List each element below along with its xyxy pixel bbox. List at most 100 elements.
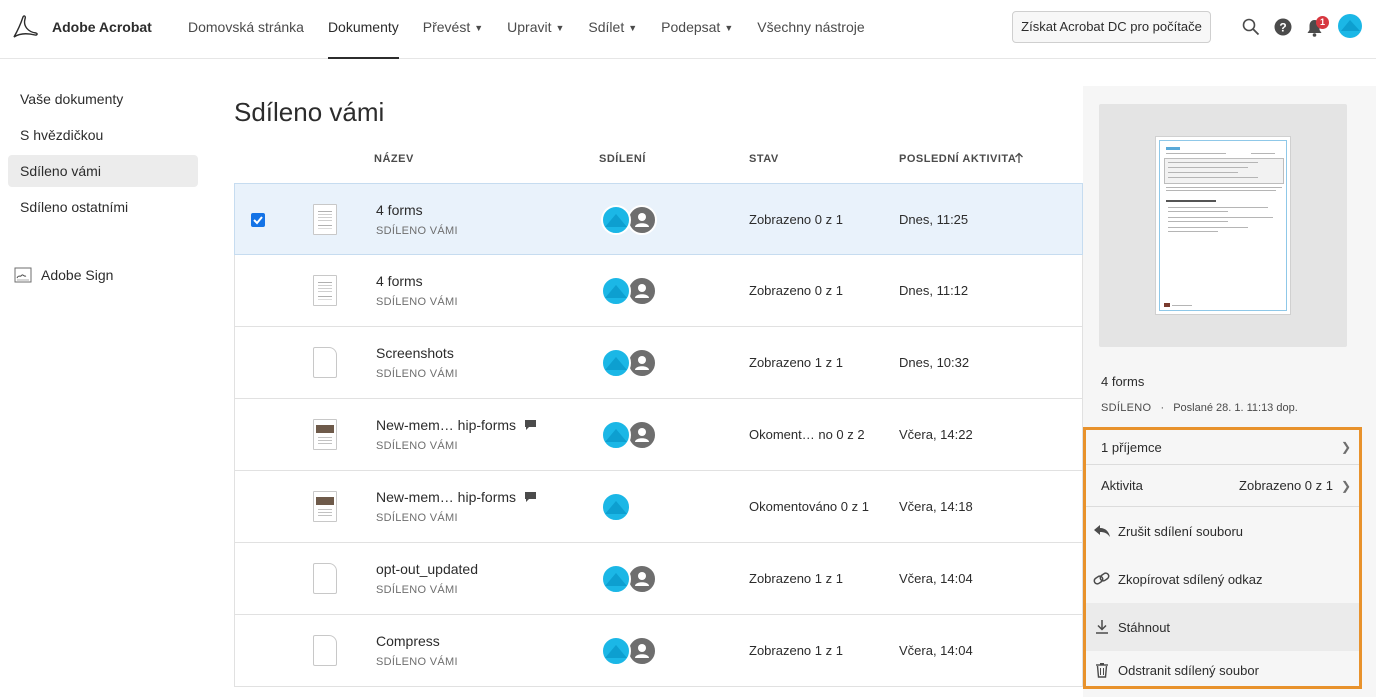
file-sub-label: SDÍLENO VÁMI xyxy=(376,296,458,308)
document-preview[interactable] xyxy=(1099,104,1347,347)
file-name[interactable]: 4 forms xyxy=(376,273,423,289)
sidebar-item-shared-by-others[interactable]: Sdíleno ostatními xyxy=(8,191,198,223)
column-status[interactable]: STAV xyxy=(749,153,779,165)
file-name[interactable]: 4 forms xyxy=(376,202,423,218)
last-activity-text: Dnes, 11:12 xyxy=(899,283,969,298)
activity-row[interactable]: Aktivita Zobrazeno 0 z 1 ❯ xyxy=(1086,465,1359,506)
row-checkbox[interactable] xyxy=(251,213,265,227)
file-name[interactable]: New-mem… hip-forms xyxy=(376,417,537,433)
delete-shared-label: Odstranit sdílený soubor xyxy=(1118,662,1259,678)
download-label: Stáhnout xyxy=(1118,619,1171,635)
file-thumbnail xyxy=(313,563,337,594)
user-icon xyxy=(627,564,657,594)
table-row[interactable]: opt-out_updated SDÍLENO VÁMI Zobrazeno 1 z… xyxy=(234,543,1083,615)
unshare-icon xyxy=(1094,525,1110,537)
table-row[interactable]: Screenshots SDÍLENO VÁMI Zobrazeno 1 z 1 Dn… xyxy=(234,327,1083,399)
last-activity-text: Dnes, 10:32 xyxy=(899,355,970,370)
file-name[interactable]: New-mem… hip-forms xyxy=(376,489,537,505)
file-name[interactable]: Compress xyxy=(376,633,440,649)
nav-home[interactable]: Domovská stránka xyxy=(188,0,304,59)
status-text: Okomentováno 0 z 1 xyxy=(749,499,869,514)
recipient-avatar xyxy=(601,492,631,522)
download-icon xyxy=(1096,620,1108,634)
status-text: Zobrazeno 1 z 1 xyxy=(749,643,843,658)
link-icon xyxy=(1093,572,1110,585)
file-sub-label: SDÍLENO VÁMI xyxy=(376,440,458,452)
last-activity-text: Dnes, 11:25 xyxy=(899,212,969,227)
table-row[interactable]: New-mem… hip-forms SDÍLENO VÁMI Okoment… n… xyxy=(234,399,1083,471)
last-activity-text: Včera, 14:04 xyxy=(899,643,973,658)
document-table: 4 forms SDÍLENO VÁMI Zobrazeno 0 z 1 Dnes, … xyxy=(234,183,1083,687)
nav-edit-label: Upravit xyxy=(507,19,552,35)
column-name[interactable]: NÁZEV xyxy=(374,153,414,165)
status-text: Zobrazeno 1 z 1 xyxy=(749,571,843,586)
table-row[interactable]: New-mem… hip-forms SDÍLENO VÁMI Okomentová… xyxy=(234,471,1083,543)
table-row[interactable]: 4 forms SDÍLENO VÁMI Zobrazeno 0 z 1 Dnes, … xyxy=(234,255,1083,327)
file-name-text: 4 forms xyxy=(376,273,423,289)
file-name-text: Compress xyxy=(376,633,440,649)
trash-icon xyxy=(1096,663,1108,678)
sidebar-item-shared-by-you[interactable]: Sdíleno vámi xyxy=(8,155,198,187)
activity-value: Zobrazeno 0 z 1 xyxy=(1239,478,1333,493)
file-sub-label: SDÍLENO VÁMI xyxy=(376,512,458,524)
acrobat-logo-icon[interactable] xyxy=(12,14,38,40)
adobe-sign-label: Adobe Sign xyxy=(41,267,114,283)
comment-icon xyxy=(525,420,537,430)
nav-convert[interactable]: Převést ▼ xyxy=(423,0,483,59)
brand-name: Adobe Acrobat xyxy=(52,19,152,35)
table-row[interactable]: 4 forms SDÍLENO VÁMI Zobrazeno 0 z 1 Dnes, … xyxy=(234,183,1083,255)
nav-share[interactable]: Sdílet ▼ xyxy=(588,0,637,59)
table-row[interactable]: Compress SDÍLENO VÁMI Zobrazeno 1 z 1 Včera… xyxy=(234,615,1083,687)
search-icon[interactable] xyxy=(1242,18,1260,36)
recipient-avatar xyxy=(601,276,631,306)
user-icon xyxy=(627,276,657,306)
nav-convert-label: Převést xyxy=(422,19,471,35)
column-last-activity[interactable]: POSLEDNÍ AKTIVITA xyxy=(899,153,1016,165)
recipients-row[interactable]: 1 příjemce ❯ xyxy=(1086,430,1359,464)
main-nav: Domovská stránka Dokumenty Převést ▼ Upra… xyxy=(188,0,889,59)
unshare-label: Zrušit sdílení souboru xyxy=(1118,523,1244,539)
sidebar-item-adobe-sign[interactable]: Adobe Sign xyxy=(14,266,113,284)
recipient-avatar xyxy=(601,348,631,378)
nav-home-label: Domovská stránka xyxy=(188,19,304,35)
last-activity-text: Včera, 14:22 xyxy=(899,427,973,442)
download-button[interactable]: Stáhnout xyxy=(1086,603,1359,651)
file-name[interactable]: Screenshots xyxy=(376,345,454,361)
delete-shared-button[interactable]: Odstranit sdílený soubor xyxy=(1086,651,1359,689)
activity-label: Aktivita xyxy=(1101,478,1143,493)
get-acrobat-desktop-button[interactable]: Získat Acrobat DC pro počítače xyxy=(1012,11,1211,43)
sidebar: Vaše dokumenty S hvězdičkou Sdíleno vámi… xyxy=(8,83,198,227)
unshare-button[interactable]: Zrušit sdílení souboru xyxy=(1086,507,1359,555)
arrow-up-icon[interactable] xyxy=(1014,152,1024,164)
avatar[interactable] xyxy=(1338,14,1362,38)
recipient-avatar xyxy=(601,205,631,235)
sidebar-item-your-documents[interactable]: Vaše dokumenty xyxy=(8,83,198,115)
file-name-text: New-mem… hip-forms xyxy=(376,489,517,505)
chevron-down-icon: ▼ xyxy=(555,23,565,33)
detail-sent-date: Poslané 28. 1. 11:13 dop. xyxy=(1173,402,1298,414)
file-name-text: New-mem… hip-forms xyxy=(376,417,517,433)
chevron-right-icon: ❯ xyxy=(1340,440,1351,454)
help-icon[interactable]: ? xyxy=(1274,18,1292,36)
nav-edit[interactable]: Upravit ▼ xyxy=(507,0,564,59)
file-thumbnail xyxy=(313,347,337,378)
adobe-sign-icon xyxy=(14,267,32,283)
meta-separator: · xyxy=(1160,402,1165,414)
file-thumbnail xyxy=(313,635,337,666)
comment-icon xyxy=(525,492,537,502)
nav-all-tools[interactable]: Všechny nástroje xyxy=(757,0,864,59)
file-name[interactable]: opt-out_updated xyxy=(376,561,478,577)
nav-sign-label: Podepsat xyxy=(661,19,721,35)
file-name-text: Screenshots xyxy=(376,345,454,361)
file-sub-label: SDÍLENO VÁMI xyxy=(376,584,458,596)
sidebar-item-starred[interactable]: S hvězdičkou xyxy=(8,119,198,151)
status-text: Zobrazeno 1 z 1 xyxy=(749,355,843,370)
status-text: Okoment… no 0 z 2 xyxy=(749,427,865,442)
top-bar: Adobe Acrobat Domovská stránka Dokumenty… xyxy=(0,0,1376,59)
column-sharing[interactable]: SDÍLENÍ xyxy=(599,153,646,165)
file-thumbnail xyxy=(313,204,337,235)
nav-documents[interactable]: Dokumenty xyxy=(327,0,399,59)
recipients-label: 1 příjemce xyxy=(1101,439,1162,455)
copy-link-button[interactable]: Zkopírovat sdílený odkaz xyxy=(1086,555,1359,603)
nav-sign[interactable]: Podepsat ▼ xyxy=(661,0,733,59)
